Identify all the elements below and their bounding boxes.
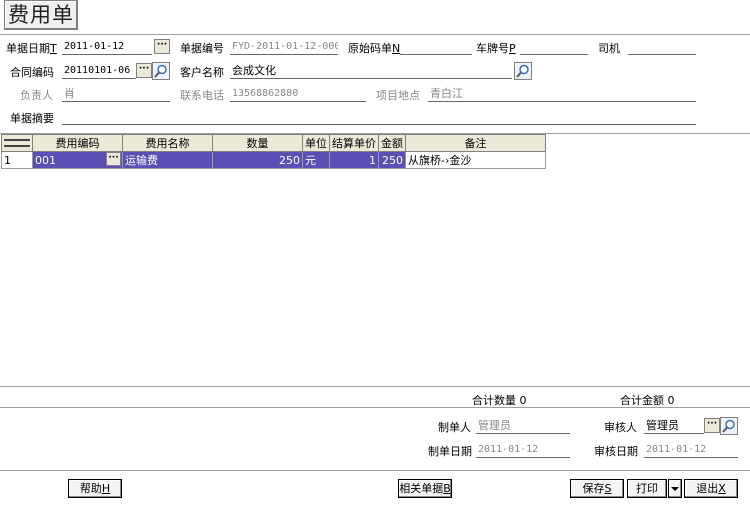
auditor-field[interactable]: 管理员 — [644, 418, 704, 434]
date-label: 单据日期T — [6, 42, 57, 55]
summary-label: 单据摘要 — [10, 112, 54, 125]
doc-no-field[interactable]: FYD-2011-01-12-0001 — [230, 39, 338, 55]
make-date-label: 制单日期 — [428, 445, 472, 458]
chevron-down-icon — [671, 487, 679, 491]
date-picker-button[interactable]: ··· — [154, 39, 170, 54]
owner-label: 负责人 — [20, 89, 53, 102]
col-header-price[interactable]: 结算单价 — [329, 134, 379, 152]
cell-qty[interactable]: 250 — [212, 151, 303, 169]
audit-date-field[interactable]: 2011-01-12 — [644, 442, 738, 458]
site-field[interactable]: 青白江 — [428, 86, 696, 102]
related-docs-button[interactable]: 相关单据B — [398, 479, 452, 498]
detail-grid: 费用编码 费用名称 数量 单位 结算单价 金额 备注 1 001 ··· 运输费… — [1, 134, 546, 169]
footer-divider — [0, 470, 750, 471]
auditor-label: 审核人 — [604, 421, 637, 434]
orig-no-field[interactable] — [400, 39, 472, 55]
customer-search-icon[interactable] — [514, 62, 532, 80]
make-date-field[interactable]: 2011-01-12 — [476, 442, 570, 458]
audit-date-label: 审核日期 — [594, 445, 638, 458]
cell-amount[interactable]: 250 — [378, 151, 406, 169]
save-button[interactable]: 保存S — [570, 479, 624, 498]
orig-no-label: 原始码单N — [348, 42, 401, 55]
col-header-name[interactable]: 费用名称 — [122, 134, 213, 152]
maker-label: 制单人 — [438, 421, 471, 434]
summary-field[interactable] — [62, 109, 696, 125]
table-row[interactable]: 1 001 ··· 运输费 250 元 1 250 从旗桥-›金沙 — [1, 151, 546, 169]
customer-label: 客户名称 — [180, 66, 224, 79]
form-title: 费用单 — [4, 0, 78, 30]
print-dropdown-button[interactable] — [668, 479, 682, 498]
contract-search-icon[interactable] — [152, 62, 170, 80]
col-header-unit[interactable]: 单位 — [302, 134, 330, 152]
plate-label: 车牌号P — [476, 42, 516, 55]
row-number: 1 — [1, 151, 33, 169]
cell-unit[interactable]: 元 — [302, 151, 330, 169]
auditor-search-icon[interactable] — [720, 417, 738, 435]
cell-price[interactable]: 1 — [329, 151, 379, 169]
doc-no-label: 单据编号 — [180, 42, 224, 55]
code-browse-button[interactable]: ··· — [106, 152, 121, 166]
col-header-qty[interactable]: 数量 — [212, 134, 303, 152]
maker-field[interactable]: 管理员 — [476, 418, 570, 434]
exit-button[interactable]: 退出X — [684, 479, 738, 498]
col-header-remark[interactable]: 备注 — [405, 134, 546, 152]
date-field[interactable]: 2011-01-12 — [62, 39, 152, 55]
contract-field[interactable]: 20110101-06 — [62, 63, 136, 79]
col-header-amount[interactable]: 金额 — [378, 134, 406, 152]
detail-grid-area — [0, 133, 750, 386]
plate-field[interactable] — [520, 39, 588, 55]
owner-field[interactable]: 肖 — [62, 86, 170, 102]
col-header-code[interactable]: 费用编码 — [32, 134, 123, 152]
grid-corner[interactable] — [1, 134, 33, 152]
total-qty: 合计数量 0 — [472, 394, 527, 407]
site-label: 项目地点 — [376, 89, 420, 102]
help-button[interactable]: 帮助H — [68, 479, 122, 498]
grid-header-row: 费用编码 费用名称 数量 单位 结算单价 金额 备注 — [1, 134, 546, 152]
print-button[interactable]: 打印 — [627, 479, 667, 498]
phone-field[interactable]: 13568862880 — [230, 86, 366, 102]
customer-field[interactable]: 会成文化 — [230, 63, 512, 79]
cell-code[interactable]: 001 ··· — [32, 151, 123, 169]
cell-remark[interactable]: 从旗桥-›金沙 — [405, 151, 546, 169]
driver-label: 司机 — [598, 42, 620, 55]
total-amount: 合计金额 0 — [620, 394, 675, 407]
driver-field[interactable] — [628, 39, 696, 55]
contract-label: 合同编码 — [10, 66, 54, 79]
header-divider — [0, 34, 750, 35]
phone-label: 联系电话 — [180, 89, 224, 102]
contract-browse-button[interactable]: ··· — [136, 63, 152, 78]
auditor-browse-button[interactable]: ··· — [704, 418, 720, 433]
cell-name[interactable]: 运输费 — [122, 151, 213, 169]
